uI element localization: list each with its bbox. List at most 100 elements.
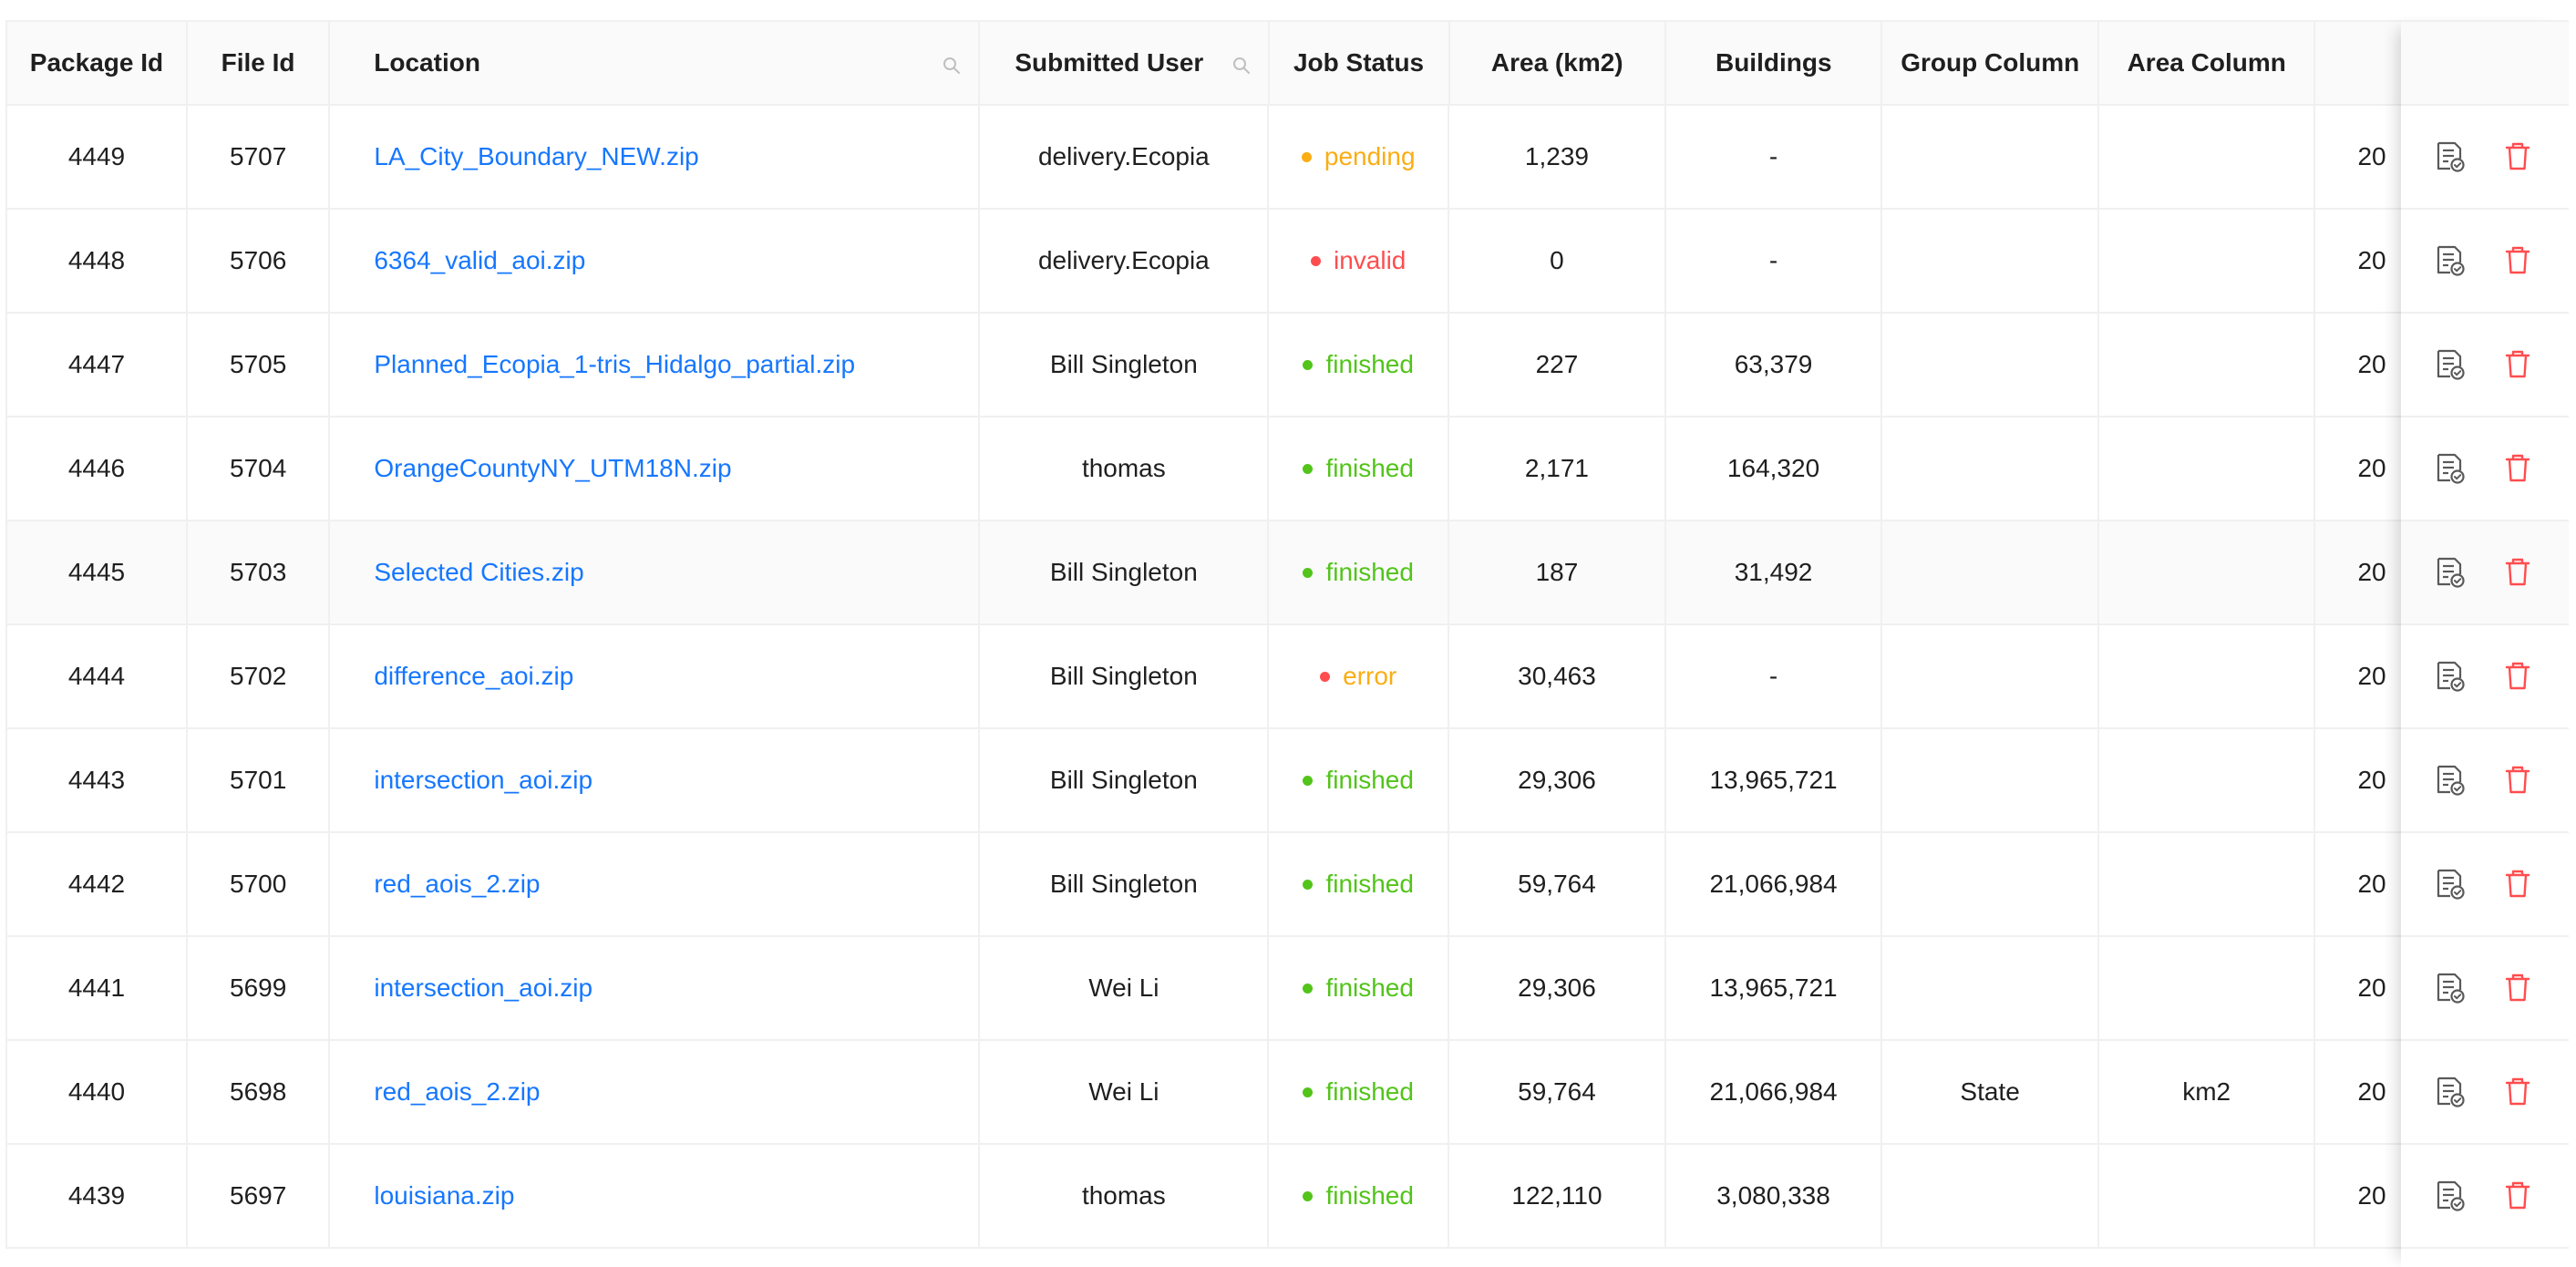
date-value: 20 xyxy=(2357,662,2386,690)
trash-icon[interactable] xyxy=(2501,1076,2534,1108)
report-check-icon[interactable] xyxy=(2434,452,2467,485)
search-icon[interactable] xyxy=(1231,53,1252,74)
report-check-icon[interactable] xyxy=(2434,556,2467,589)
trash-icon[interactable] xyxy=(2501,972,2534,1004)
cell-job-status: invalid xyxy=(1269,210,1450,312)
column-header-area[interactable]: Area (km2) xyxy=(1450,22,1666,104)
submitted-user-value: Bill Singleton xyxy=(1049,766,1198,794)
report-check-icon[interactable] xyxy=(2434,348,2467,381)
cell-file-id: 5699 xyxy=(188,937,331,1039)
trash-icon[interactable] xyxy=(2501,244,2534,277)
location-link[interactable]: Planned_Ecopia_1-tris_Hidalgo_partial.zi… xyxy=(374,350,855,379)
status-text: finished xyxy=(1325,454,1414,482)
column-header-submitted-user[interactable]: Submitted User xyxy=(980,22,1270,104)
location-link[interactable]: intersection_aoi.zip xyxy=(374,973,592,1003)
table-row[interactable]: 4441 5699 intersection_aoi.zip Wei Li fi… xyxy=(5,937,2569,1041)
column-header-area-column[interactable]: Area Column xyxy=(2099,22,2316,104)
status-dot xyxy=(1303,775,1314,786)
column-header-file-id[interactable]: File Id xyxy=(188,22,331,104)
table-row[interactable]: 4443 5701 intersection_aoi.zip Bill Sing… xyxy=(5,729,2569,833)
report-check-icon[interactable] xyxy=(2434,244,2467,277)
file-id-value: 5704 xyxy=(230,454,287,482)
cell-area-column xyxy=(2099,833,2316,935)
status-badge: finished xyxy=(1303,973,1414,1003)
table-row[interactable]: 4439 5697 louisiana.zip thomas finished … xyxy=(5,1145,2569,1249)
status-text: finished xyxy=(1325,973,1414,1002)
package-id-value: 4445 xyxy=(67,558,126,586)
cell-group-column xyxy=(1882,625,2099,727)
date-value: 20 xyxy=(2357,142,2386,170)
column-header-group-column[interactable]: Group Column xyxy=(1882,22,2099,104)
trash-icon[interactable] xyxy=(2501,556,2534,589)
cell-package-id: 4443 xyxy=(5,729,188,831)
area-value: 0 xyxy=(1550,246,1564,274)
report-check-icon[interactable] xyxy=(2434,764,2467,797)
cell-file-id: 5707 xyxy=(188,106,331,208)
location-link[interactable]: louisiana.zip xyxy=(374,1181,514,1210)
date-value: 20 xyxy=(2357,1181,2386,1210)
column-header-job-status[interactable]: Job Status xyxy=(1270,22,1450,104)
status-dot xyxy=(1311,255,1321,266)
cell-file-id: 5704 xyxy=(188,417,331,520)
location-link[interactable]: 6364_valid_aoi.zip xyxy=(374,246,585,275)
package-id-value: 4449 xyxy=(67,142,126,170)
cell-area: 1,239 xyxy=(1449,106,1666,208)
table-row[interactable]: 4446 5704 OrangeCountyNY_UTM18N.zip thom… xyxy=(5,417,2569,521)
area-value: 2,171 xyxy=(1524,454,1589,482)
column-header-buildings[interactable]: Buildings xyxy=(1666,22,1883,104)
status-badge: finished xyxy=(1303,454,1414,483)
table-row[interactable]: 4445 5703 Selected Cities.zip Bill Singl… xyxy=(5,521,2569,625)
cell-group-column xyxy=(1882,417,2099,520)
file-id-value: 5698 xyxy=(230,1077,287,1106)
report-check-icon[interactable] xyxy=(2434,1076,2467,1108)
cell-job-status: finished xyxy=(1269,1145,1450,1247)
actions-column-header xyxy=(2401,20,2569,106)
location-link[interactable]: Selected Cities.zip xyxy=(374,558,583,587)
trash-icon[interactable] xyxy=(2501,660,2534,693)
submitted-user-value: delivery.Ecopia xyxy=(1037,246,1210,274)
column-header-package-id[interactable]: Package Id xyxy=(5,22,188,104)
location-link[interactable]: red_aois_2.zip xyxy=(374,870,540,899)
trash-icon[interactable] xyxy=(2501,868,2534,901)
column-header-location[interactable]: Location xyxy=(330,22,981,104)
cell-buildings: 63,379 xyxy=(1666,314,1883,416)
trash-icon[interactable] xyxy=(2501,1179,2534,1212)
submitted-user-value: thomas xyxy=(1081,1181,1166,1210)
table-row[interactable]: 4440 5698 red_aois_2.zip Wei Li finished… xyxy=(5,1041,2569,1145)
report-check-icon[interactable] xyxy=(2434,972,2467,1004)
table-row[interactable]: 4444 5702 difference_aoi.zip Bill Single… xyxy=(5,625,2569,729)
file-id-value: 5707 xyxy=(230,142,287,170)
report-check-icon[interactable] xyxy=(2434,868,2467,901)
report-check-icon[interactable] xyxy=(2434,660,2467,693)
submitted-user-value: Wei Li xyxy=(1088,973,1159,1002)
table-row[interactable]: 4442 5700 red_aois_2.zip Bill Singleton … xyxy=(5,833,2569,937)
trash-icon[interactable] xyxy=(2501,140,2534,173)
location-link[interactable]: OrangeCountyNY_UTM18N.zip xyxy=(374,454,731,483)
cell-job-status: finished xyxy=(1269,521,1450,623)
cell-package-id: 4446 xyxy=(5,417,188,520)
trash-icon[interactable] xyxy=(2501,348,2534,381)
location-link[interactable]: intersection_aoi.zip xyxy=(374,766,592,795)
cell-location: red_aois_2.zip xyxy=(330,833,981,935)
cell-submitted-user: Bill Singleton xyxy=(980,521,1270,623)
table-row[interactable]: 4447 5705 Planned_Ecopia_1-tris_Hidalgo_… xyxy=(5,314,2569,417)
location-link[interactable]: red_aois_2.zip xyxy=(374,1077,540,1107)
trash-icon[interactable] xyxy=(2501,452,2534,485)
cell-area-column: km2 xyxy=(2099,1041,2316,1143)
report-check-icon[interactable] xyxy=(2434,140,2467,173)
column-header-label: Location xyxy=(374,48,480,77)
table-row[interactable]: 4448 5706 6364_valid_aoi.zip delivery.Ec… xyxy=(5,210,2569,314)
cell-submitted-user: thomas xyxy=(980,1145,1270,1247)
search-icon[interactable] xyxy=(942,53,962,74)
status-badge: finished xyxy=(1303,350,1414,379)
table-row[interactable]: 4449 5707 LA_City_Boundary_NEW.zip deliv… xyxy=(5,106,2569,210)
trash-icon[interactable] xyxy=(2501,764,2534,797)
location-link[interactable]: LA_City_Boundary_NEW.zip xyxy=(374,142,698,171)
packages-table: Package Id File Id Location Submitted Us… xyxy=(5,20,2569,1249)
cell-area: 29,306 xyxy=(1449,937,1666,1039)
area-value: 59,764 xyxy=(1518,1077,1596,1106)
file-id-value: 5702 xyxy=(230,662,287,690)
report-check-icon[interactable] xyxy=(2434,1179,2467,1212)
cell-submitted-user: Wei Li xyxy=(980,1041,1270,1143)
location-link[interactable]: difference_aoi.zip xyxy=(374,662,573,691)
